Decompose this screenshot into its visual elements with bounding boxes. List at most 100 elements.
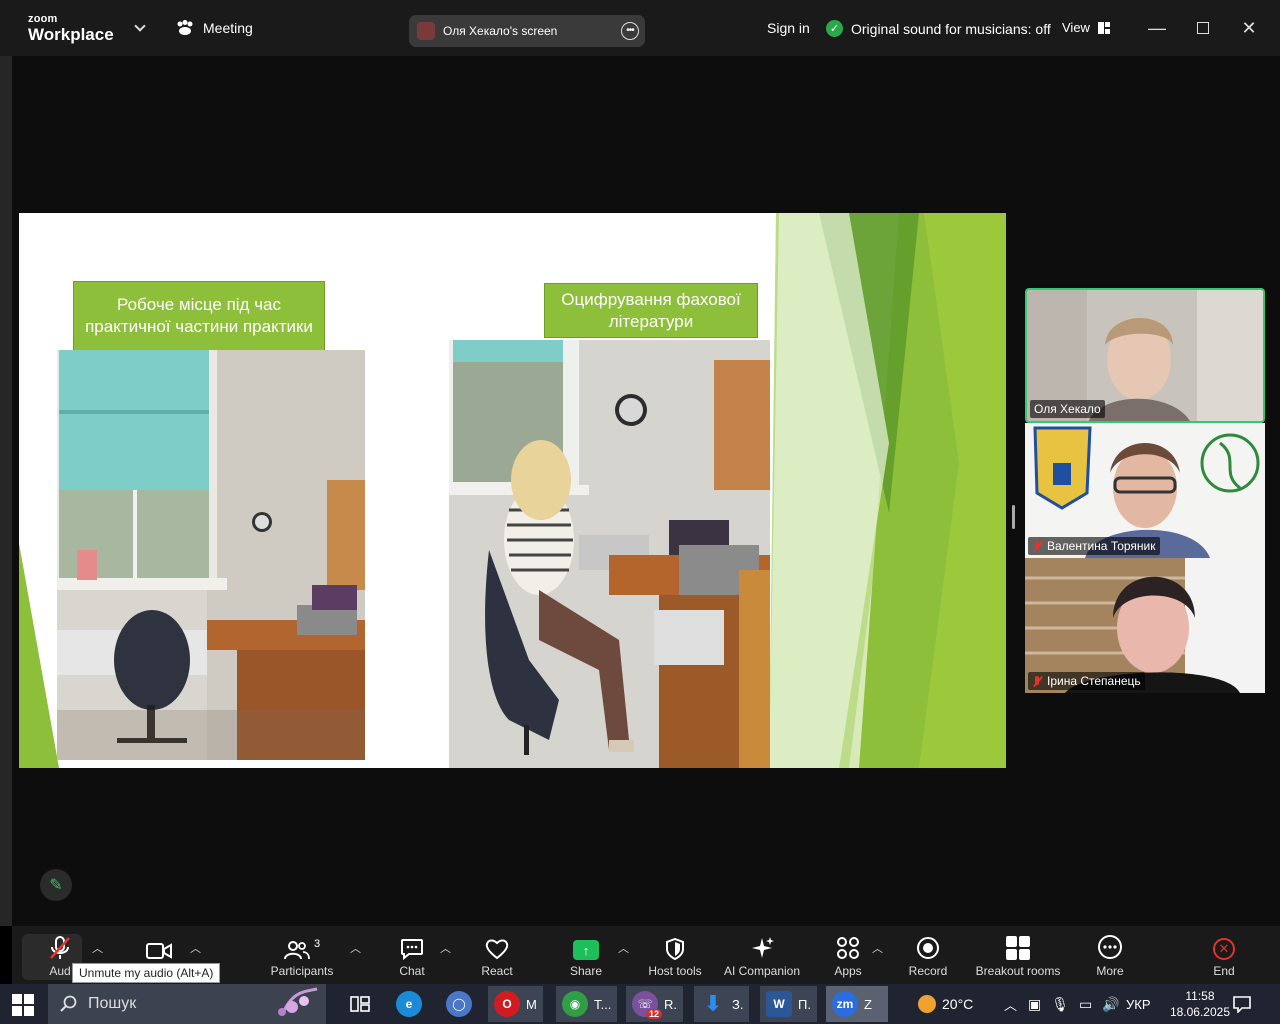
participant-name: Валентина Торяник <box>1047 539 1156 553</box>
participant-name: Оля Хекало <box>1034 402 1101 416</box>
maximize-icon[interactable] <box>1193 18 1213 38</box>
mic-muted-icon <box>1032 676 1042 686</box>
meeting-label: Meeting <box>203 20 253 36</box>
left-window-edge <box>0 56 12 926</box>
tray-overflow-caret-icon[interactable]: ︿ <box>1004 984 1017 1024</box>
audio-button[interactable]: Aud <box>48 926 72 984</box>
word-icon: W <box>766 991 792 1017</box>
participant-tile-active[interactable]: Оля Хекало <box>1025 288 1265 423</box>
participants-button[interactable]: 3 Participants <box>268 926 336 984</box>
end-meeting-button[interactable]: ✕ End <box>1210 926 1238 984</box>
language-label: УКР <box>1126 996 1151 1012</box>
record-button[interactable]: Record <box>906 926 950 984</box>
notifications-icon[interactable] <box>1232 984 1252 1024</box>
caption-left-text: Робоче місце під час практичної частини … <box>85 295 313 336</box>
sign-in-label: Sign in <box>767 20 810 36</box>
chat-caret-icon[interactable]: ︿ <box>440 940 451 956</box>
shield-check-icon: ✓ <box>826 20 843 37</box>
battery-icon[interactable]: ▭ <box>1079 996 1092 1013</box>
view-button[interactable]: View <box>1062 20 1110 35</box>
participants-caret-icon[interactable]: ︿ <box>350 940 361 956</box>
meeting-info-button[interactable]: Meeting <box>176 20 253 36</box>
taskbar-app-word[interactable]: W П. <box>760 986 817 1022</box>
title-bar: zoom Workplace Meeting Оля Хекало's scre… <box>0 0 1280 56</box>
apps-caret-icon[interactable]: ︿ <box>872 940 883 956</box>
participant-name: Ірина Степанець <box>1047 674 1141 688</box>
chat-button[interactable]: Chat <box>396 926 428 984</box>
participant-tile[interactable]: Ірина Степанець <box>1025 558 1265 693</box>
participants-label: Participants <box>270 964 334 978</box>
share-caret-icon[interactable]: ︿ <box>618 940 629 956</box>
meet-camera-icon[interactable]: ▣ <box>1028 996 1041 1013</box>
participant-tile[interactable]: Валентина Торяник <box>1025 423 1265 558</box>
clock-date: 18.06.2025 <box>1169 1005 1230 1019</box>
shared-slide: Робоче місце під час практичної частини … <box>19 213 1006 768</box>
chat-label: Chat <box>399 964 425 978</box>
participant-name-tag: Оля Хекало <box>1030 400 1105 418</box>
viber-badge: 12 <box>645 1009 662 1019</box>
logo-big-text: Workplace <box>28 25 114 44</box>
workplace-photo <box>57 350 365 760</box>
sharer-avatar <box>417 22 435 40</box>
caption-right-text: Оцифрування фахової літератури <box>561 289 741 331</box>
breakout-grid-icon <box>1006 926 1030 960</box>
panel-resize-handle[interactable] <box>1012 505 1015 529</box>
microphone-icon[interactable]: 🎙 <box>1051 996 1069 1013</box>
system-clock[interactable]: 11:58 18.06.2025 <box>1170 988 1230 1020</box>
end-x-icon: ✕ <box>1213 926 1235 960</box>
more-button[interactable]: More <box>1094 926 1126 984</box>
original-sound-indicator[interactable]: ✓ Original sound for musicians: off <box>826 20 1051 37</box>
zoom-icon: zm <box>832 991 858 1017</box>
react-button[interactable]: React <box>480 926 514 984</box>
windows-start-icon[interactable] <box>12 994 34 1016</box>
host-tools-button[interactable]: Host tools <box>646 926 704 984</box>
annotate-pen-icon[interactable]: ✎ <box>40 869 72 901</box>
close-icon[interactable]: ✕ <box>1239 18 1259 38</box>
minimize-icon[interactable]: — <box>1147 18 1167 38</box>
more-options-icon[interactable]: ••• <box>621 22 639 40</box>
weather-widget[interactable]: 20°C <box>918 984 973 1024</box>
taskbar-app-chrome[interactable]: ◉ Т... <box>556 986 618 1022</box>
taskbar-search-box[interactable]: Пошук <box>48 984 326 1024</box>
sign-in-link[interactable]: Sign in <box>767 20 810 36</box>
taskbar-app-viber[interactable]: ☏ 12 R. <box>626 986 683 1022</box>
ai-companion-button[interactable]: AI Companion <box>722 926 802 984</box>
heart-icon <box>485 926 509 960</box>
taskbar-app-label: М <box>526 996 537 1012</box>
task-view-icon[interactable] <box>344 986 376 1022</box>
video-options-caret-icon[interactable]: ︿ <box>190 940 201 956</box>
participant-name-tag: Валентина Торяник <box>1028 537 1160 555</box>
breakout-rooms-button[interactable]: Breakout rooms <box>974 926 1062 984</box>
participant-name-tag: Ірина Степанець <box>1028 672 1145 690</box>
shield-icon <box>665 926 685 960</box>
react-label: React <box>481 964 513 978</box>
more-label: More <box>1096 964 1124 978</box>
viber-icon: ☏ 12 <box>632 991 662 1019</box>
taskbar-app-download[interactable]: ⬇ З. <box>694 986 750 1022</box>
original-sound-label: Original sound for musicians: off <box>851 20 1051 37</box>
digitizing-photo <box>449 340 770 768</box>
taskbar-app-label: П. <box>798 996 811 1012</box>
audio-options-caret-icon[interactable]: ︿ <box>92 940 103 956</box>
zoom-logo: zoom Workplace <box>28 13 114 44</box>
volume-icon[interactable]: 🔊 <box>1102 996 1119 1013</box>
taskbar-app-zoom[interactable]: zm Z <box>826 986 888 1022</box>
edge-icon[interactable]: e <box>390 986 428 1022</box>
logo-dropdown-chevron-icon[interactable] <box>134 20 146 32</box>
audio-label: Aud <box>49 964 71 978</box>
apps-button[interactable]: Apps <box>832 926 864 984</box>
meeting-paw-icon <box>177 20 193 35</box>
language-indicator[interactable]: УКР <box>1126 984 1151 1024</box>
logo-small-text: zoom <box>28 13 58 25</box>
record-icon <box>916 926 940 960</box>
share-button[interactable]: ↑ Share <box>568 926 604 984</box>
share-screen-icon: ↑ <box>573 926 599 960</box>
taskbar-app-label: Т... <box>594 996 612 1012</box>
weather-sun-icon <box>918 995 936 1013</box>
view-layout-icon <box>1097 21 1110 34</box>
chromium-icon[interactable]: ◯ <box>440 986 478 1022</box>
more-dots-icon <box>1097 926 1123 960</box>
mic-muted-icon <box>1032 541 1042 551</box>
taskbar-app-opera[interactable]: O М <box>488 986 543 1022</box>
shared-screen-pill[interactable]: Оля Хекало's screen ••• <box>409 15 645 47</box>
